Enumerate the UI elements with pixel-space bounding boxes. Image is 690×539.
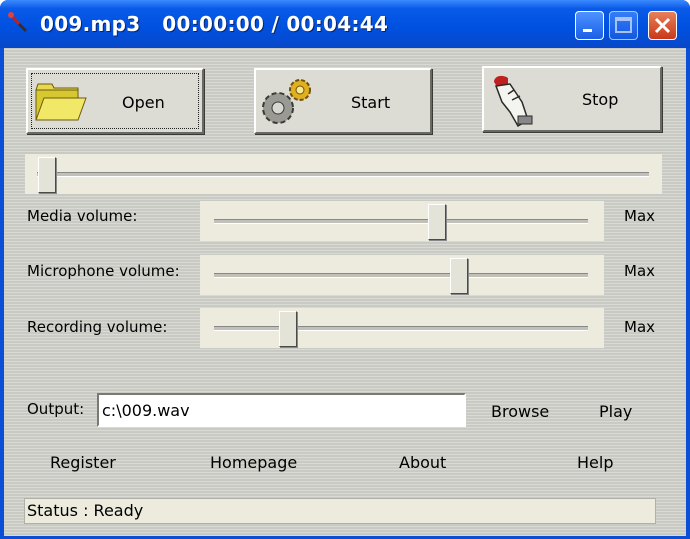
help-link[interactable]: Help [577,453,613,472]
seek-track [37,172,649,177]
output-label: Output: [27,400,85,418]
maximize-button[interactable] [609,11,638,40]
minimize-button[interactable] [575,11,604,40]
microphone-volume-label: Microphone volume: [27,262,180,280]
stop-label: Stop [582,90,619,109]
microphone-icon [8,12,28,33]
main-panel: Open Start Stop Media volume: Max Microp… [4,48,686,536]
status-bar: Status : Ready [24,498,656,524]
start-button[interactable]: Start [254,68,432,134]
about-link[interactable]: About [399,453,446,472]
output-path-field[interactable] [97,393,466,427]
window-title: 009.mp3 00:00:00 / 00:04:44 [40,12,389,36]
folder-icon [35,83,87,121]
microphone-volume-max-label: Max [624,262,656,280]
start-label: Start [351,93,391,112]
recording-volume-slider[interactable] [200,308,604,348]
open-button[interactable]: Open [26,68,204,134]
microphone-volume-thumb[interactable] [450,258,469,294]
seek-bar[interactable] [25,154,662,194]
open-label: Open [122,93,165,112]
title-bar[interactable]: 009.mp3 00:00:00 / 00:04:44 [0,0,690,48]
register-link[interactable]: Register [50,453,116,472]
close-button[interactable] [648,11,677,40]
play-button[interactable]: Play [599,402,632,421]
gears-icon [262,79,311,124]
microphone-volume-track [214,273,588,278]
recording-volume-label: Recording volume: [27,318,168,336]
stop-button[interactable]: Stop [482,66,662,132]
microphone-volume-slider[interactable] [200,255,604,295]
hand-icon [494,75,533,128]
media-volume-max-label: Max [624,207,656,225]
recording-volume-thumb[interactable] [278,311,297,347]
recording-volume-track [214,326,588,331]
maximize-icon [615,17,632,33]
seek-thumb[interactable] [38,157,56,193]
close-icon [654,17,671,34]
media-volume-slider[interactable] [200,201,604,241]
media-volume-thumb[interactable] [427,204,446,240]
media-volume-label: Media volume: [27,207,138,225]
app-window: 009.mp3 00:00:00 / 00:04:44 Open Start S… [0,0,690,539]
homepage-link[interactable]: Homepage [210,453,297,472]
browse-button[interactable]: Browse [491,402,549,421]
media-volume-track [214,219,588,224]
minimize-icon [583,29,592,32]
recording-volume-max-label: Max [624,318,656,336]
